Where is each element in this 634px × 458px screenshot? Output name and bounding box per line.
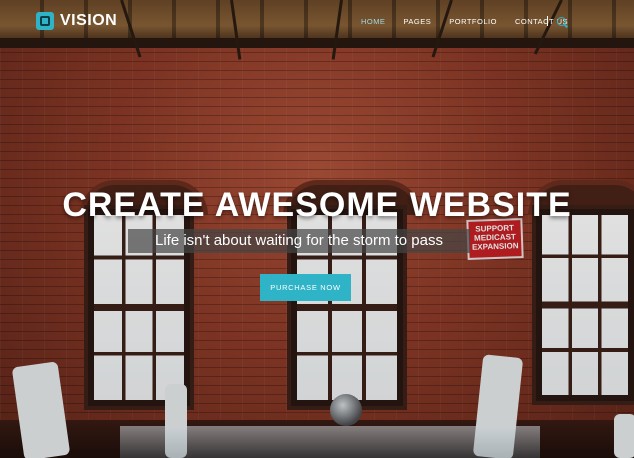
nav-item-pages[interactable]: PAGES bbox=[403, 17, 431, 26]
hero-subtitle: Life isn't about waiting for the storm t… bbox=[128, 229, 470, 253]
nav-item-portfolio[interactable]: PORTFOLIO bbox=[449, 17, 497, 26]
logo-icon bbox=[36, 12, 54, 30]
search-icon[interactable] bbox=[557, 17, 566, 26]
brand-name: VISION bbox=[60, 12, 118, 29]
nav-divider bbox=[547, 16, 548, 26]
site-header: VISION HOME PAGES PORTFOLIO CONTACT US bbox=[0, 0, 634, 44]
nav-item-home[interactable]: HOME bbox=[361, 17, 386, 26]
main-nav: HOME PAGES PORTFOLIO CONTACT US bbox=[361, 17, 568, 26]
purchase-now-button[interactable]: PURCHASE NOW bbox=[260, 274, 351, 301]
hero-title: CREATE AWESOME WEBSITE bbox=[62, 186, 572, 224]
brand-logo[interactable]: VISION bbox=[36, 12, 117, 30]
